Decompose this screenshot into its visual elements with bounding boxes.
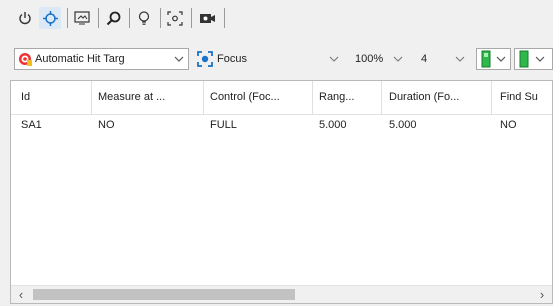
scrollbar-thumb[interactable] (33, 289, 295, 300)
hit-target-icon (18, 52, 32, 66)
focus-icon (197, 51, 213, 67)
cell-measure-at: NO (98, 119, 115, 131)
column-header-duration[interactable]: Duration (Fo... (389, 91, 489, 103)
chevron-down-icon (496, 56, 506, 62)
table-row[interactable]: SA1 NO FULL 5.000 5.000 NO (11, 114, 552, 136)
toolbar-separator (224, 8, 225, 28)
focus-dropdown[interactable]: Focus (194, 48, 344, 70)
grid-header: Id Measure at ... Control (Foc... Rang..… (11, 81, 552, 115)
camera-settings-icon[interactable] (197, 7, 219, 29)
column-divider[interactable] (381, 81, 382, 114)
hit-target-value: Automatic Hit Targ (35, 53, 125, 65)
green-level-icon (519, 50, 529, 68)
count-dropdown[interactable]: 4 (414, 48, 470, 70)
zoom-dropdown[interactable]: 100% (350, 48, 408, 70)
cell-range: 5.000 (319, 119, 347, 131)
chevron-down-icon (455, 56, 465, 62)
chevron-down-icon (329, 56, 339, 62)
toolbar-separator (98, 8, 99, 28)
crosshair-icon[interactable] (39, 7, 61, 29)
image-frame-icon[interactable] (71, 7, 93, 29)
horizontal-scrollbar[interactable]: ‹ › (11, 285, 552, 303)
cell-duration: 5.000 (389, 119, 417, 131)
column-divider[interactable] (491, 81, 492, 114)
settings-toolbar: Automatic Hit Targ Focus 100% 4 (0, 40, 553, 78)
column-header-find-su[interactable]: Find Su (500, 91, 552, 103)
column-header-id[interactable]: Id (21, 91, 91, 103)
focus-value: Focus (217, 53, 247, 65)
scroll-right-icon[interactable]: › (535, 287, 549, 302)
cell-control: FULL (210, 119, 237, 131)
power-icon[interactable] (14, 7, 36, 29)
cell-id: SA1 (21, 119, 42, 131)
toolbar-separator (160, 8, 161, 28)
magnifier-icon[interactable] (102, 7, 124, 29)
green-level-dropdown-1[interactable] (476, 48, 511, 70)
column-divider[interactable] (91, 81, 92, 114)
column-header-control[interactable]: Control (Foc... (210, 91, 310, 103)
column-divider[interactable] (312, 81, 313, 114)
cell-find-su: NO (500, 119, 517, 131)
chevron-down-icon (535, 56, 545, 62)
count-value: 4 (421, 53, 428, 65)
data-grid[interactable]: Id Measure at ... Control (Foc... Rang..… (10, 80, 553, 304)
bulb-icon[interactable] (133, 7, 155, 29)
chevron-down-icon (393, 56, 403, 62)
column-header-range[interactable]: Rang... (319, 91, 379, 103)
column-header-measure-at[interactable]: Measure at ... (98, 91, 198, 103)
hit-target-dropdown[interactable]: Automatic Hit Targ (14, 48, 189, 70)
toolbar-separator (129, 8, 130, 28)
focus-target-icon[interactable] (164, 7, 186, 29)
column-divider[interactable] (203, 81, 204, 114)
zoom-value: 100% (355, 53, 384, 65)
scroll-left-icon[interactable]: ‹ (14, 287, 28, 302)
green-level-icon (481, 50, 491, 68)
toolbar-separator (191, 8, 192, 28)
green-level-dropdown-2[interactable] (514, 48, 553, 70)
toolbar-separator (67, 8, 68, 28)
chevron-down-icon (174, 56, 184, 62)
main-toolbar (0, 0, 553, 38)
